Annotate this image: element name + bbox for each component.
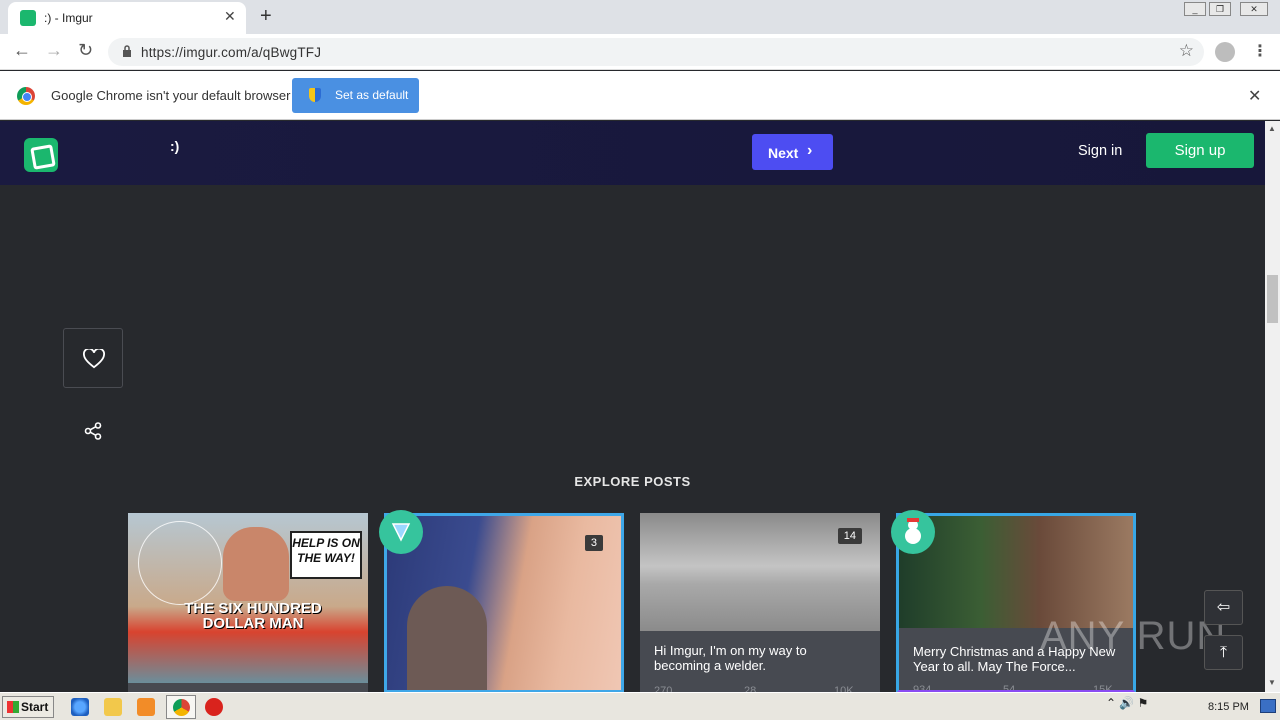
windows-taskbar: Start ⌃ 🔊 ⚑ 8:15 PM xyxy=(0,692,1280,720)
url-text: https://imgur.com/a/qBwgTFJ xyxy=(141,45,322,60)
trophy-badge-icon xyxy=(379,510,423,554)
windows-flag-icon xyxy=(7,701,19,713)
reload-icon[interactable]: ↻ xyxy=(78,40,93,61)
meme-caption: THE SIX HUNDRED DOLLAR MAN xyxy=(184,600,322,632)
person-graphic xyxy=(223,527,289,601)
browser-tab[interactable]: :) - Imgur ✕ xyxy=(8,2,246,34)
opera-icon[interactable] xyxy=(205,698,223,716)
forward-arrow-icon[interactable]: → xyxy=(45,40,63,61)
scroll-down-arrow-icon[interactable]: ▼ xyxy=(1268,678,1276,687)
page-scrollbar[interactable]: ▲ ▼ xyxy=(1265,121,1280,692)
image-count-badge: 3 xyxy=(584,535,603,551)
imgur-logo-icon[interactable] xyxy=(24,138,58,172)
sign-in-link[interactable]: Sign in xyxy=(1078,143,1122,159)
chrome-menu-icon[interactable]: ⋮ xyxy=(1252,41,1268,61)
post-thumbnail: HELP IS ON THE WAY! THE SIX HUNDRED DOLL… xyxy=(128,513,368,683)
crosshair-graphic xyxy=(138,521,222,605)
start-label: Start xyxy=(21,700,49,714)
system-tray-icons[interactable]: ⌃ 🔊 ⚑ xyxy=(1106,696,1148,710)
back-arrow-icon[interactable]: ← xyxy=(13,40,31,61)
media-player-icon[interactable] xyxy=(137,698,155,716)
scroll-up-arrow-icon[interactable]: ▲ xyxy=(1268,124,1276,133)
post-title: Hi Imgur, I'm on my way to becoming a we… xyxy=(654,643,807,673)
restore-window-icon[interactable]: ❐ xyxy=(1209,2,1231,16)
lock-icon xyxy=(123,45,131,57)
tab-close-icon[interactable]: ✕ xyxy=(224,8,236,25)
chrome-taskbar-button[interactable] xyxy=(166,695,196,719)
anyrun-watermark: ANY RUN xyxy=(1040,614,1227,658)
address-bar[interactable]: https://imgur.com/a/qBwgTFJ ☆ xyxy=(108,38,1204,66)
browser-toolbar: ← → ↻ https://imgur.com/a/qBwgTFJ ☆ ⋮ xyxy=(0,34,1280,70)
set-as-default-button[interactable]: Set as default xyxy=(292,78,419,113)
uac-shield-icon xyxy=(309,88,321,102)
start-button[interactable]: Start xyxy=(2,696,54,718)
post-title: :) xyxy=(170,138,180,154)
profile-avatar-icon[interactable] xyxy=(1215,42,1235,62)
favorite-button[interactable] xyxy=(63,328,123,388)
scroll-thumb[interactable] xyxy=(1267,275,1278,323)
image-count-badge: 14 xyxy=(837,528,862,544)
close-window-icon[interactable]: ✕ xyxy=(1240,2,1268,16)
post-card[interactable]: HELP IS ON THE WAY! THE SIX HUNDRED DOLL… xyxy=(128,513,368,693)
scroll-to-top-icon[interactable]: ⤒ xyxy=(1204,635,1243,670)
tab-strip: :) - Imgur ✕ + _ ❐ ✕ xyxy=(0,0,1280,34)
snowman-badge-icon xyxy=(891,510,935,554)
share-icon[interactable] xyxy=(84,422,102,440)
minimize-window-icon[interactable]: _ xyxy=(1184,2,1206,16)
sign-up-button[interactable]: Sign up xyxy=(1146,133,1254,168)
post-card[interactable]: 14 Hi Imgur, I'm on my way to becoming a… xyxy=(640,513,880,693)
person-graphic xyxy=(407,586,487,690)
explore-posts-heading: EXPLORE POSTS xyxy=(574,474,691,489)
chrome-logo-icon xyxy=(17,87,35,105)
imgur-header: :) Next › Sign in Sign up xyxy=(0,121,1265,185)
speech-bubble: HELP IS ON THE WAY! xyxy=(290,531,362,579)
chevron-right-icon: › xyxy=(807,142,813,159)
next-post-button[interactable]: Next › xyxy=(752,134,833,170)
next-label: Next xyxy=(768,145,799,161)
bookmark-star-icon[interactable]: ☆ xyxy=(1179,41,1194,61)
infobar-close-icon[interactable]: ✕ xyxy=(1248,86,1261,106)
tab-title: :) - Imgur xyxy=(44,11,93,25)
chrome-icon xyxy=(173,699,190,716)
heart-icon xyxy=(83,349,105,369)
imgur-favicon-icon xyxy=(20,10,36,26)
infobar-message: Google Chrome isn't your default browser xyxy=(51,88,291,103)
new-tab-button[interactable]: + xyxy=(260,5,272,28)
show-desktop-icon[interactable] xyxy=(1260,699,1276,713)
set-as-default-label: Set as default xyxy=(335,88,409,102)
default-browser-infobar: Google Chrome isn't your default browser… xyxy=(0,71,1280,120)
internet-explorer-icon[interactable] xyxy=(71,698,89,716)
file-explorer-icon[interactable] xyxy=(104,698,122,716)
taskbar-clock[interactable]: 8:15 PM xyxy=(1208,701,1249,713)
sign-out-icon[interactable]: ⇦ xyxy=(1204,590,1243,625)
